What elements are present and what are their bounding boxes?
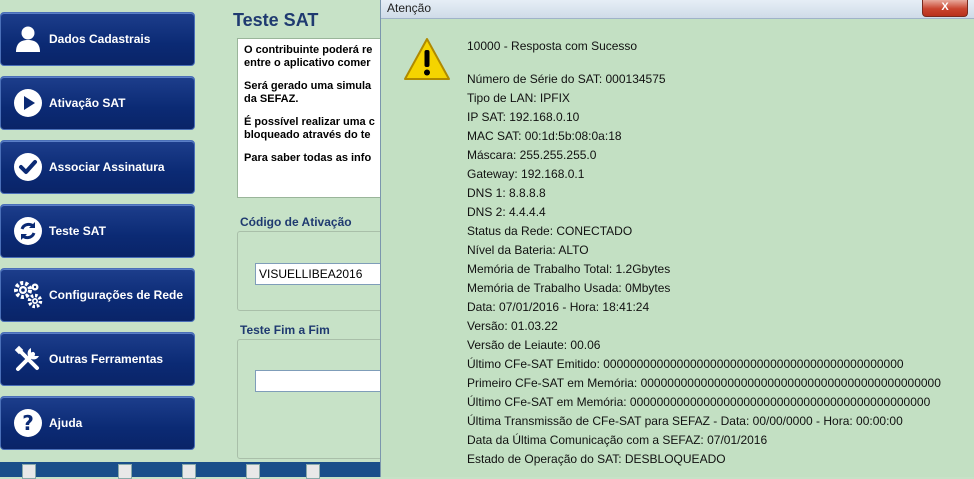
info-line: bloqueado através do te <box>244 129 371 141</box>
info-box: O contribuinte poderá re entre o aplicat… <box>237 38 387 198</box>
message-line: Estado de Operação do SAT: DESBLOQUEADO <box>467 452 726 466</box>
tools-icon <box>11 342 45 376</box>
svg-text:?: ? <box>22 411 34 435</box>
teste-fim-a-fim-input[interactable] <box>255 370 385 392</box>
dialog-body: 10000 - Resposta com Sucesso Número de S… <box>381 19 974 466</box>
ativacao-sat-label: Ativação SAT <box>49 96 126 110</box>
close-button[interactable]: X <box>922 0 968 17</box>
dados-cadastrais-label: Dados Cadastrais <box>49 32 151 46</box>
message-line: Versão de Leiaute: 00.06 <box>467 338 601 352</box>
outras-ferramentas-button[interactable]: Outras Ferramentas <box>0 332 195 386</box>
codigo-ativacao-input[interactable] <box>255 263 385 285</box>
associar-assinatura-button[interactable]: Associar Assinatura <box>0 140 195 194</box>
message-line: MAC SAT: 00:1d:5b:08:0a:18 <box>467 129 622 143</box>
message-line: Data da Última Comunicação com a SEFAZ: … <box>467 433 768 447</box>
dialog-title: Atenção <box>387 1 432 15</box>
configuracoes-de-rede-button[interactable]: Configurações de Rede <box>0 268 195 322</box>
response-code-line: 10000 - Resposta com Sucesso <box>467 39 638 53</box>
play-icon <box>11 86 45 120</box>
info-line: entre o aplicativo comer <box>244 57 371 69</box>
ativacao-sat-button[interactable]: Ativação SAT <box>0 76 195 130</box>
info-paragraph-1: O contribuinte poderá re entre o aplicat… <box>244 44 386 70</box>
teste-fim-a-fim-label: Teste Fim a Fim <box>240 323 330 337</box>
sidebar: Dados Cadastrais Ativação SAT Associar A… <box>0 0 200 477</box>
teste-sat-label: Teste SAT <box>49 224 106 238</box>
message-line: Máscara: 255.255.255.0 <box>467 148 597 162</box>
checkmark-icon <box>11 150 45 184</box>
info-line: Será gerado uma simula <box>244 80 372 92</box>
gears-icon <box>11 278 45 312</box>
help-icon: ? <box>11 406 45 440</box>
configuracoes-de-rede-label: Configurações de Rede <box>49 288 184 302</box>
message-line: Status da Rede: CONECTADO <box>467 224 633 238</box>
message-line: Último CFe-SAT Emitido: 0000000000000000… <box>467 357 904 371</box>
message-line: Memória de Trabalho Usada: 0Mbytes <box>467 281 671 295</box>
teste-fim-a-fim-group <box>237 339 387 459</box>
info-line: da SEFAZ. <box>244 93 299 105</box>
refresh-icon <box>11 214 45 248</box>
message-line: Nível da Bateria: ALTO <box>467 243 589 257</box>
message-line: Memória de Trabalho Total: 1.2Gbytes <box>467 262 671 276</box>
message-line: Data: 07/01/2016 - Hora: 18:41:24 <box>467 300 650 314</box>
dados-cadastrais-button[interactable]: Dados Cadastrais <box>0 12 195 66</box>
codigo-ativacao-label: Código de Ativação <box>240 215 352 229</box>
info-paragraph-3: É possível realizar uma c bloqueado atra… <box>244 116 386 142</box>
attention-dialog: Atenção X 10000 - Resposta com Sucesso N… <box>380 0 974 477</box>
info-line: Para saber todas as info <box>244 152 372 164</box>
outras-ferramentas-label: Outras Ferramentas <box>49 352 164 366</box>
message-line: IP SAT: 192.168.0.10 <box>467 110 580 124</box>
warning-icon <box>403 37 451 86</box>
message-line: Versão: 01.03.22 <box>467 319 558 333</box>
teste-sat-button[interactable]: Teste SAT <box>0 204 195 258</box>
ajuda-button[interactable]: ? Ajuda <box>0 396 195 450</box>
page-title: Teste SAT <box>233 10 319 30</box>
close-icon: X <box>941 1 949 13</box>
message-line: DNS 2: 4.4.4.4 <box>467 205 546 219</box>
message-line: Primeiro CFe-SAT em Memória: 00000000000… <box>467 376 941 390</box>
info-line: O contribuinte poderá re <box>244 44 373 56</box>
associar-assinatura-label: Associar Assinatura <box>49 160 165 174</box>
ajuda-label: Ajuda <box>49 416 83 430</box>
message-line: Número de Série do SAT: 000134575 <box>467 72 666 86</box>
message-line: Último CFe-SAT em Memória: 0000000000000… <box>467 395 931 409</box>
user-icon <box>11 22 45 56</box>
message-line: Tipo de LAN: IPFIX <box>467 91 570 105</box>
info-paragraph-2: Será gerado uma simula da SEFAZ. <box>244 80 386 106</box>
dialog-titlebar[interactable]: Atenção X <box>381 0 974 19</box>
message-line: Última Transmissão de CFe-SAT para SEFAZ… <box>467 414 903 428</box>
info-line: É possível realizar uma c <box>244 116 375 128</box>
message-line: DNS 1: 8.8.8.8 <box>467 186 546 200</box>
message-line: Gateway: 192.168.0.1 <box>467 167 585 181</box>
info-paragraph-4: Para saber todas as info <box>244 152 386 165</box>
